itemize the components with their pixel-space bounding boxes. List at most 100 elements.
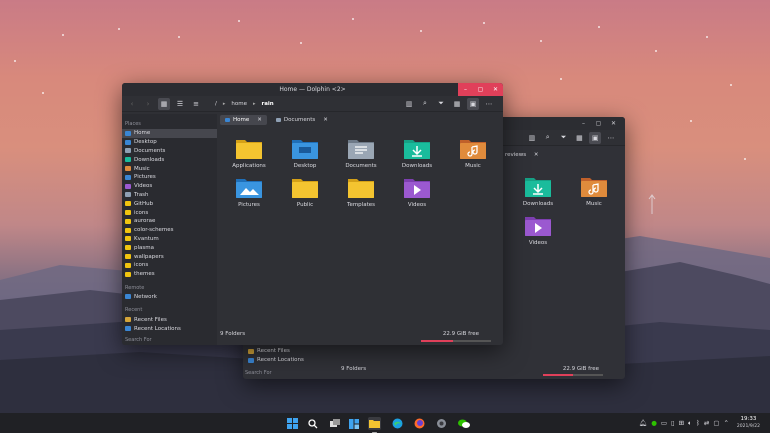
- sidebar-item-downloads[interactable]: Downloads: [122, 155, 217, 164]
- sidebar-item-videos[interactable]: Videos: [122, 182, 217, 191]
- sidebar-item-recent-locations[interactable]: Recent Locations: [122, 324, 217, 333]
- split-view-icon[interactable]: ▥: [526, 132, 538, 144]
- preview-icon[interactable]: ▣: [467, 97, 479, 110]
- folder-item[interactable]: Documents: [336, 136, 386, 169]
- folder-item[interactable]: Videos: [513, 213, 563, 246]
- back-tab-label: reviews: [505, 152, 527, 158]
- close-icon[interactable]: ✕: [488, 83, 503, 96]
- desktop-icon: [125, 139, 131, 145]
- file-label: Downloads: [522, 201, 554, 207]
- close-tab-icon[interactable]: ✕: [257, 117, 262, 123]
- forward-arrow-icon[interactable]: ›: [142, 98, 154, 110]
- search-icon[interactable]: ⌕: [419, 98, 431, 110]
- preview-icon[interactable]: ▣: [589, 131, 602, 144]
- start-icon[interactable]: [286, 417, 299, 430]
- sidebar-item-aurorae[interactable]: aurorae: [122, 217, 217, 226]
- folder-item[interactable]: Templates: [336, 175, 386, 208]
- file-label: Applications: [232, 163, 266, 169]
- sidebar-item-home[interactable]: Home: [122, 129, 217, 138]
- compact-view-icon[interactable]: ☰: [174, 98, 186, 110]
- documents-icon: [125, 148, 131, 154]
- sidebar-item-recent-files[interactable]: Recent Files: [122, 315, 217, 324]
- file-label: Videos: [528, 240, 548, 246]
- folder-item[interactable]: Downloads: [513, 174, 563, 207]
- folder-icon: [125, 236, 131, 242]
- firefox-icon[interactable]: [413, 417, 426, 430]
- sidebar-item-wallpapers[interactable]: wallpapers: [122, 252, 217, 261]
- tab-documents[interactable]: Documents ✕: [271, 115, 333, 125]
- folder-item[interactable]: Public: [280, 175, 330, 208]
- sidebar-item-themes[interactable]: themes: [122, 270, 217, 279]
- minimize-icon[interactable]: –: [458, 83, 473, 96]
- battery-icon[interactable]: ▯: [671, 419, 675, 427]
- widgets-icon[interactable]: [347, 417, 360, 430]
- icons-view-icon[interactable]: ▦: [158, 97, 170, 110]
- folder-item[interactable]: Music: [448, 136, 498, 169]
- maximize-icon[interactable]: ▢: [591, 117, 606, 130]
- maximize-icon[interactable]: ▢: [473, 83, 488, 96]
- network-icon[interactable]: ⊞: [679, 419, 684, 427]
- sidebar-item-pictures[interactable]: Pictures: [122, 173, 217, 182]
- task-view-icon[interactable]: [328, 417, 341, 430]
- notification-icon[interactable]: 🔔︎: [639, 419, 647, 427]
- sidebar-item-recent-files[interactable]: Recent Files: [245, 347, 304, 356]
- display-icon[interactable]: ▢: [713, 419, 719, 427]
- edge-icon[interactable]: [391, 417, 404, 430]
- sidebar-item-plasma[interactable]: plasma: [122, 243, 217, 252]
- sidebar-item-music[interactable]: Music: [122, 164, 217, 173]
- wechat-icon[interactable]: [457, 417, 470, 430]
- bluetooth-icon[interactable]: ᛒ: [696, 419, 700, 427]
- folder-item[interactable]: Downloads: [392, 136, 442, 169]
- wechat-tray-icon[interactable]: ●: [651, 419, 657, 427]
- filter-icon[interactable]: ⏷: [435, 98, 447, 110]
- back-status-free: 22.9 GiB free: [562, 366, 599, 372]
- filter-icon[interactable]: ⏷: [558, 132, 570, 144]
- sidebar-item-documents[interactable]: Documents: [122, 147, 217, 156]
- search-icon[interactable]: ⌕: [542, 132, 554, 144]
- breadcrumb-root[interactable]: /: [215, 101, 217, 107]
- breadcrumb-rain[interactable]: rain: [261, 101, 273, 107]
- clipboard-icon[interactable]: ▭: [661, 419, 667, 427]
- minimize-icon[interactable]: –: [576, 117, 591, 130]
- sidebar-item-github[interactable]: GitHub: [122, 199, 217, 208]
- volume-icon[interactable]: 🔈︎: [688, 419, 692, 428]
- window-titlebar[interactable]: Home — Dolphin <2> – ▢ ✕: [122, 83, 503, 96]
- search-icon[interactable]: [306, 417, 319, 430]
- folder-item[interactable]: Videos: [392, 175, 442, 208]
- split-view-icon[interactable]: ▥: [403, 98, 415, 110]
- sidebar-item-icons-2[interactable]: icons: [122, 261, 217, 270]
- close-icon[interactable]: ✕: [606, 117, 621, 130]
- connection-icon[interactable]: ⇄: [704, 419, 709, 427]
- folder-item[interactable]: Desktop: [280, 136, 330, 169]
- dolphin-window[interactable]: Home — Dolphin <2> – ▢ ✕ ‹ › ▦ ☰ ≡ / ▸ h…: [122, 83, 503, 345]
- folder-item[interactable]: Pictures: [224, 175, 274, 208]
- sidebar-item-icons[interactable]: icons: [122, 208, 217, 217]
- folder-item[interactable]: Music: [569, 174, 619, 207]
- sidebar-item-kvantum[interactable]: Kvantum: [122, 235, 217, 244]
- folder-item[interactable]: Applications: [224, 136, 274, 169]
- folder-music-icon: [460, 140, 486, 159]
- tab-home[interactable]: Home ✕: [220, 115, 267, 125]
- menu-icon[interactable]: ⋯: [605, 132, 617, 144]
- sidebar: Places Home Desktop Documents Downloads …: [122, 114, 217, 345]
- back-arrow-icon[interactable]: ‹: [126, 98, 138, 110]
- sidebar-item-desktop[interactable]: Desktop: [122, 138, 217, 147]
- details-view-icon[interactable]: ≡: [190, 98, 202, 110]
- chevron-up-icon[interactable]: ⌃: [723, 419, 728, 427]
- menu-icon[interactable]: ⋯: [483, 98, 495, 110]
- sidebar-item-recent-locations[interactable]: Recent Locations: [245, 356, 304, 365]
- file-manager-icon[interactable]: [368, 417, 381, 433]
- system-tray: 🔔︎ ● ▭ ▯ ⊞ 🔈︎ ᛒ ⇄ ▢ ⌃ 19:33 2021/9/22: [639, 413, 770, 433]
- grid-view-icon[interactable]: ▦: [573, 132, 585, 144]
- sidebar-item-network[interactable]: Network: [122, 293, 217, 302]
- clock[interactable]: 19:33 2021/9/22: [737, 416, 760, 430]
- grid-view-icon[interactable]: ▦: [451, 98, 463, 110]
- folder-icon: [125, 201, 131, 207]
- sidebar-item-color-schemes[interactable]: color-schemes: [122, 226, 217, 235]
- sidebar-item-trash[interactable]: Trash: [122, 191, 217, 200]
- settings-icon[interactable]: [435, 417, 448, 430]
- back-tab[interactable]: reviews ✕: [505, 152, 538, 158]
- pictures-icon: [125, 174, 131, 180]
- close-tab-icon[interactable]: ✕: [323, 117, 328, 123]
- breadcrumb-home[interactable]: home: [231, 101, 247, 107]
